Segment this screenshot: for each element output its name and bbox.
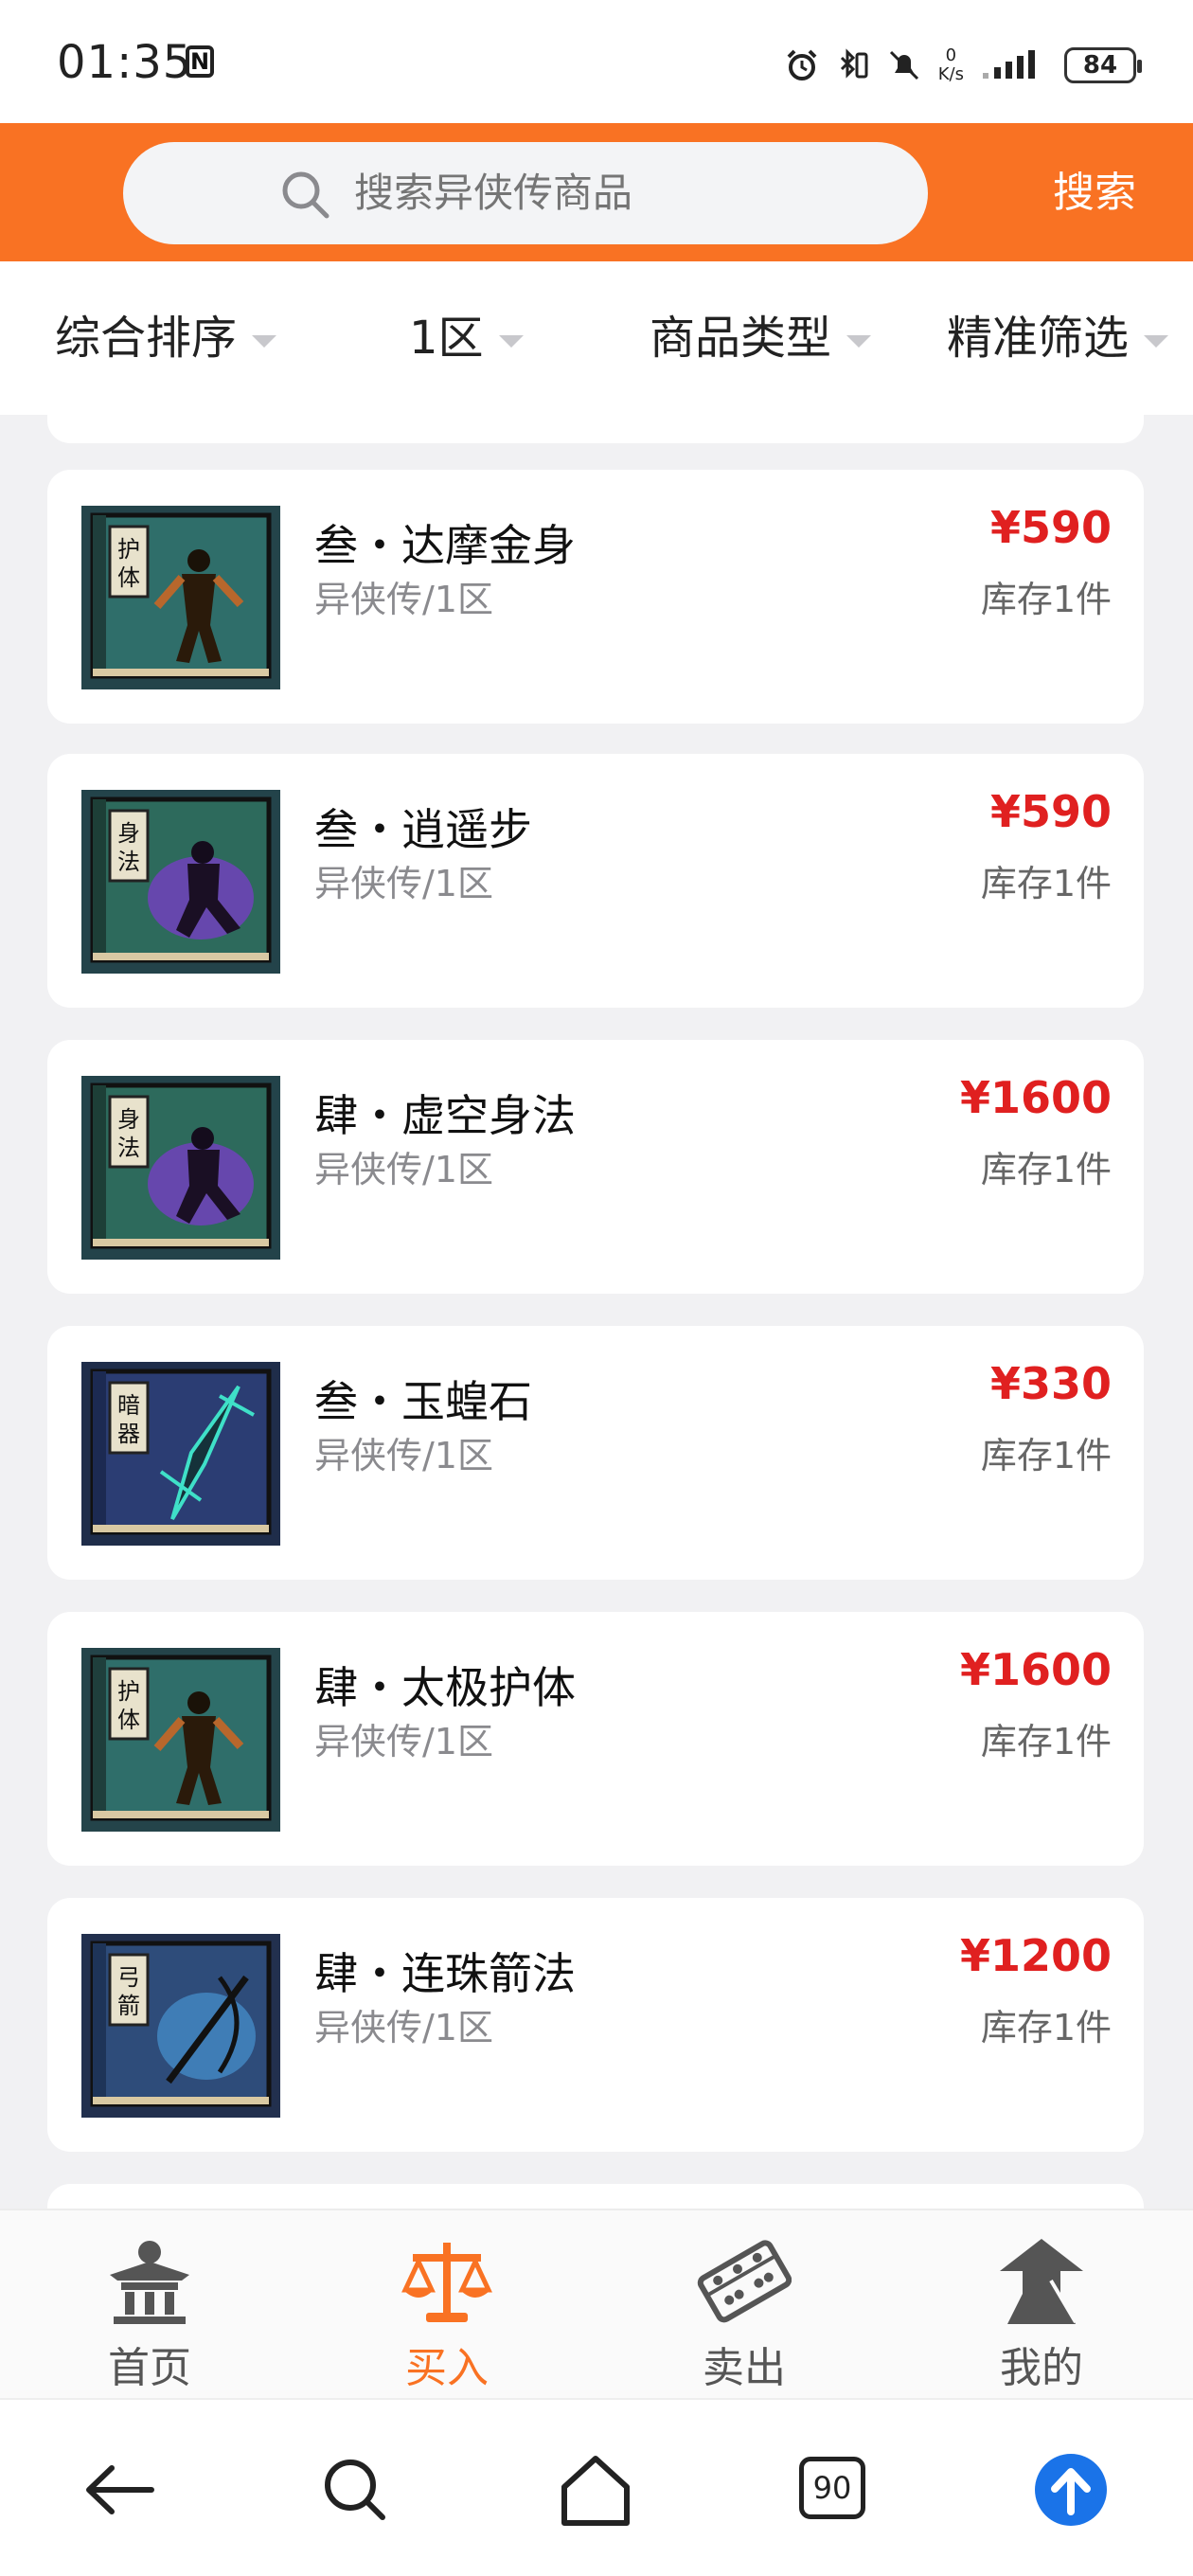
list-item-partial[interactable] [47, 415, 1144, 443]
scales-icon [401, 2243, 492, 2322]
svg-text:器: 器 [117, 1421, 140, 1447]
tab-sell-label: 卖出 [703, 2344, 786, 2392]
back-arrow-icon[interactable] [78, 2447, 163, 2532]
tab-sell[interactable]: 卖出 [650, 2210, 839, 2400]
search-button[interactable]: 搜索 [1053, 142, 1136, 244]
svg-text:身: 身 [117, 1106, 140, 1133]
svg-text:法: 法 [117, 849, 140, 875]
svg-text:箭: 箭 [117, 1993, 140, 2019]
product-stock: 库存1件 [980, 1435, 1112, 1476]
archery-manual-icon: 弓 箭 [81, 1934, 280, 2118]
product-title: 叁・逍遥步 [314, 804, 532, 855]
tab-home[interactable]: 首页 [55, 2210, 244, 2400]
product-subtitle: 异侠传/1区 [314, 579, 493, 620]
product-title: 叁・玉蝗石 [314, 1376, 532, 1427]
bluetooth-vibrate-icon [840, 48, 868, 79]
bottom-tab-bar: 首页 买入 卖出 我的 [0, 2209, 1193, 2398]
list-item[interactable]: 身 法 叁・逍遥步 异侠传/1区 ¥590 库存1件 [47, 754, 1144, 1008]
filter-server-label: 1区 [409, 312, 484, 365]
svg-text:暗: 暗 [117, 1392, 140, 1419]
product-stock: 库存1件 [980, 579, 1112, 620]
product-price: ¥330 [989, 1358, 1112, 1409]
search-input[interactable] [354, 142, 884, 244]
tab-home-label: 首页 [108, 2344, 191, 2392]
product-title: 肆・虚空身法 [314, 1090, 576, 1141]
filter-type[interactable]: 商品类型 [650, 261, 872, 415]
alarm-icon [787, 49, 817, 80]
chevron-down-icon [252, 334, 277, 348]
svg-text:护: 护 [117, 536, 140, 563]
svg-text:身: 身 [117, 820, 140, 847]
upload-arrow-icon[interactable] [1028, 2447, 1113, 2532]
search-header: 搜索 [0, 123, 1193, 261]
product-stock: 库存1件 [980, 1149, 1112, 1190]
chevron-down-icon [1144, 334, 1169, 348]
tab-mine[interactable]: 我的 [947, 2210, 1136, 2400]
filter-bar: 综合排序 1区 商品类型 精准筛选 [0, 261, 1193, 415]
status-time: 01:35 [57, 36, 193, 89]
nfc-icon: N [186, 45, 214, 78]
battery-indicator: 84 [1064, 47, 1142, 83]
product-price: ¥590 [989, 502, 1112, 553]
protect-manual-icon: 护 体 [81, 506, 280, 689]
search-icon [282, 171, 329, 219]
product-price: ¥1600 [959, 1644, 1112, 1695]
chevron-down-icon [846, 334, 872, 348]
tab-buy-label: 买入 [405, 2344, 489, 2392]
network-speed: 0 K/s [937, 45, 964, 84]
filter-server[interactable]: 1区 [409, 261, 524, 415]
product-subtitle: 异侠传/1区 [314, 1721, 493, 1762]
movement-manual-icon: 身 法 [81, 1076, 280, 1260]
system-nav-bar: 90 [0, 2398, 1193, 2576]
product-subtitle: 异侠传/1区 [314, 863, 493, 904]
filter-type-label: 商品类型 [650, 312, 832, 365]
product-stock: 库存1件 [980, 863, 1112, 904]
product-subtitle: 异侠传/1区 [314, 1435, 493, 1476]
product-subtitle: 异侠传/1区 [314, 1149, 493, 1190]
chevron-down-icon [498, 334, 524, 348]
svg-text:法: 法 [117, 1135, 140, 1161]
filter-precise[interactable]: 精准筛选 [947, 261, 1169, 415]
movement-manual-icon: 身 法 [81, 790, 280, 974]
mute-bell-icon [889, 50, 918, 80]
list-item-partial[interactable] [47, 2184, 1144, 2209]
product-title: 肆・太极护体 [314, 1662, 576, 1713]
svg-text:护: 护 [117, 1678, 140, 1705]
status-bar: 01:35 N 0 K/s 84 [0, 0, 1193, 123]
svg-text:体: 体 [117, 564, 140, 591]
list-item[interactable]: 弓 箭 肆・连珠箭法 异侠传/1区 ¥1200 库存1件 [47, 1898, 1144, 2152]
tab-buy[interactable]: 买入 [352, 2210, 542, 2400]
product-price: ¥1600 [959, 1072, 1112, 1123]
product-title: 叁・达摩金身 [314, 520, 576, 571]
hidden-weapon-manual-icon: 暗 器 [81, 1362, 280, 1546]
abacus-icon [697, 2240, 792, 2323]
search-icon[interactable] [312, 2447, 398, 2532]
list-item[interactable]: 身 法 肆・虚空身法 异侠传/1区 ¥1600 库存1件 [47, 1040, 1144, 1294]
product-title: 肆・连珠箭法 [314, 1948, 576, 1999]
tab-mine-label: 我的 [1000, 2344, 1083, 2392]
svg-text:体: 体 [117, 1707, 140, 1733]
home-temple-icon [110, 2241, 189, 2324]
signal-icon [983, 50, 1035, 79]
product-stock: 库存1件 [980, 2007, 1112, 2048]
filter-precise-label: 精准筛选 [947, 312, 1130, 365]
list-item[interactable]: 护 体 叁・达摩金身 异侠传/1区 ¥590 库存1件 [47, 470, 1144, 724]
svg-text:弓: 弓 [117, 1964, 140, 1991]
tabs-count-button[interactable]: 90 [799, 2457, 865, 2519]
product-subtitle: 异侠传/1区 [314, 2007, 493, 2048]
product-stock: 库存1件 [980, 1721, 1112, 1762]
search-box[interactable] [123, 142, 928, 244]
filter-sort-label: 综合排序 [55, 312, 238, 365]
status-icons: 0 K/s 84 [785, 42, 1142, 89]
protect-manual-icon: 护 体 [81, 1648, 280, 1832]
product-price: ¥1200 [959, 1930, 1112, 1981]
filter-sort[interactable]: 综合排序 [55, 261, 277, 415]
product-list[interactable]: 护 体 叁・达摩金身 异侠传/1区 ¥590 库存1件 身 法 叁・逍遥步 异侠… [0, 415, 1193, 2209]
home-icon[interactable] [553, 2447, 638, 2532]
list-item[interactable]: 护 体 肆・太极护体 异侠传/1区 ¥1600 库存1件 [47, 1612, 1144, 1866]
product-price: ¥590 [989, 786, 1112, 837]
list-item[interactable]: 暗 器 叁・玉蝗石 异侠传/1区 ¥330 库存1件 [47, 1326, 1144, 1580]
swordsman-avatar-icon [1000, 2239, 1083, 2324]
